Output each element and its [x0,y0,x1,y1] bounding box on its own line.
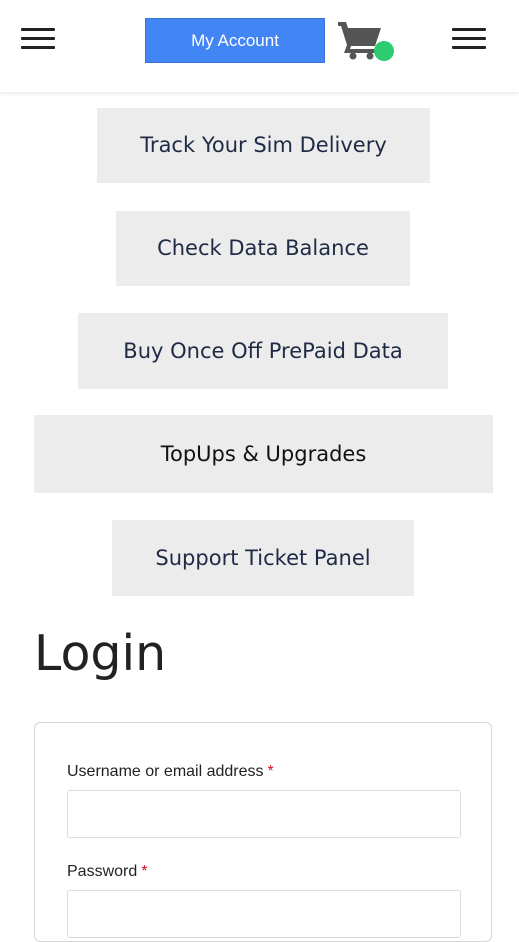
username-label: Username or email address * [67,763,274,781]
hamburger-icon[interactable] [452,26,486,52]
password-label: Password * [67,863,147,881]
buy-prepaid-data-button[interactable]: Buy Once Off PrePaid Data [78,313,448,389]
hamburger-icon[interactable] [21,26,55,52]
login-form: Username or email address * Password * [34,722,492,942]
support-ticket-panel-button[interactable]: Support Ticket Panel [112,520,414,596]
required-marker: * [267,763,274,780]
login-title: Login [34,625,167,682]
hamburger-line [21,46,55,49]
topups-upgrades-button[interactable]: TopUps & Upgrades [34,415,493,493]
username-label-text: Username or email address [67,763,264,780]
required-marker: * [141,863,148,880]
check-data-balance-button[interactable]: Check Data Balance [116,211,410,286]
site-header: My Account [0,0,519,92]
username-input[interactable] [67,790,461,838]
password-label-text: Password [67,863,138,880]
my-account-button[interactable]: My Account [145,18,325,63]
track-sim-delivery-button[interactable]: Track Your Sim Delivery [97,108,430,183]
cart-button[interactable] [338,20,396,64]
password-input[interactable] [67,890,461,938]
hamburger-line [21,28,55,31]
hamburger-line [452,46,486,49]
hamburger-line [452,37,486,40]
hamburger-line [452,28,486,31]
cart-badge [374,41,394,61]
hamburger-line [21,37,55,40]
